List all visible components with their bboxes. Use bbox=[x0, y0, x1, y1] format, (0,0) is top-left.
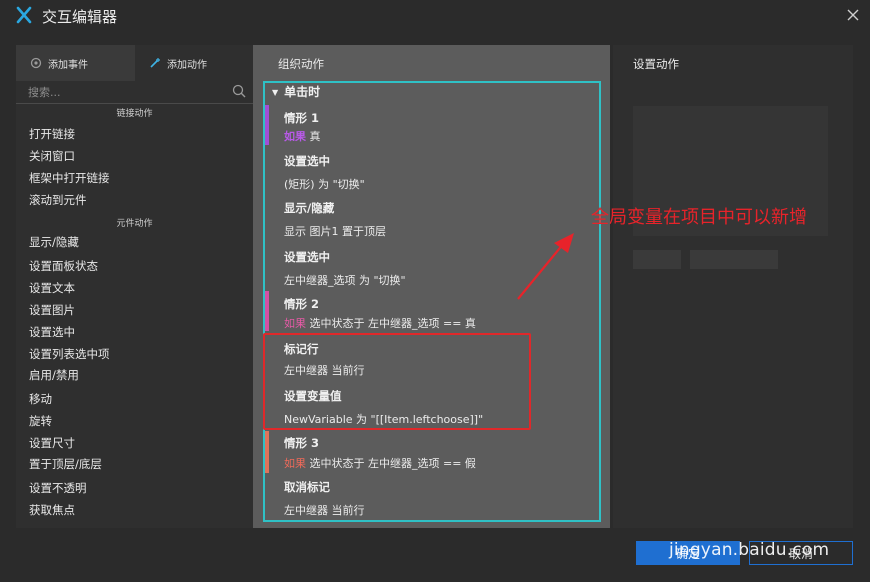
action-set-image[interactable]: 设置图片 bbox=[29, 302, 75, 318]
action-library-panel: 添加事件 添加动作 链接动作 打开链接 关闭窗口 框架中打开链接 滚动到元件 元… bbox=[16, 45, 253, 528]
section-link-actions: 链接动作 bbox=[116, 109, 153, 119]
if-keyword: 如果 bbox=[284, 130, 306, 143]
axure-logo-icon bbox=[16, 6, 32, 24]
event-onclick[interactable]: ▼ 单击时 bbox=[272, 83, 320, 100]
close-icon[interactable] bbox=[842, 4, 864, 26]
action-description[interactable]: NewVariable 为 "[[Item.leftchoose]]" bbox=[284, 411, 483, 427]
case-condition[interactable]: 如果 真 bbox=[284, 128, 321, 144]
action-scroll-to-widget[interactable]: 滚动到元件 bbox=[29, 192, 87, 208]
action-title[interactable]: 设置选中 bbox=[284, 249, 330, 265]
action-focus[interactable]: 获取焦点 bbox=[29, 502, 75, 518]
tab-add-action[interactable]: 添加动作 bbox=[135, 45, 253, 81]
panel-title: 设置动作 bbox=[633, 57, 679, 71]
action-set-panel-state[interactable]: 设置面板状态 bbox=[29, 258, 98, 274]
if-keyword: 如果 bbox=[284, 317, 306, 330]
window-title: 交互编辑器 bbox=[42, 8, 118, 26]
case-color-bar bbox=[265, 291, 269, 331]
action-show-hide[interactable]: 显示/隐藏 bbox=[29, 234, 79, 250]
tab-add-action-label: 添加动作 bbox=[167, 59, 207, 71]
action-move[interactable]: 移动 bbox=[29, 391, 52, 407]
action-set-list-selected[interactable]: 设置列表选中项 bbox=[29, 346, 110, 362]
configure-action-panel: 设置动作 bbox=[613, 45, 853, 528]
tab-add-event-label: 添加事件 bbox=[48, 59, 88, 71]
placeholder-block bbox=[633, 250, 681, 269]
action-title[interactable]: 显示/隐藏 bbox=[284, 200, 334, 216]
case-name[interactable]: 情形 3 bbox=[284, 435, 319, 451]
watermark-text: jingyan.baidu.com bbox=[669, 540, 830, 560]
annotation-arrow-icon bbox=[517, 233, 574, 300]
search-icon[interactable] bbox=[232, 84, 246, 98]
action-close-window[interactable]: 关闭窗口 bbox=[29, 148, 75, 164]
add-action-icon bbox=[150, 58, 160, 68]
search-input[interactable] bbox=[28, 83, 218, 101]
action-open-in-frame[interactable]: 框架中打开链接 bbox=[29, 170, 110, 186]
action-title[interactable]: 取消标记 bbox=[284, 479, 330, 495]
action-open-link[interactable]: 打开链接 bbox=[29, 126, 75, 142]
placeholder-block bbox=[690, 250, 778, 269]
if-keyword: 如果 bbox=[284, 457, 306, 470]
condition-text: 选中状态于 左中继器_选项 == 假 bbox=[309, 457, 476, 470]
action-bring-front-back[interactable]: 置于顶层/底层 bbox=[29, 456, 102, 472]
caret-down-icon[interactable]: ▼ bbox=[272, 88, 278, 97]
case-condition[interactable]: 如果 选中状态于 左中继器_选项 == 真 bbox=[284, 315, 476, 331]
section-widget-actions: 元件动作 bbox=[16, 216, 253, 229]
tab-add-event[interactable]: 添加事件 bbox=[16, 45, 135, 81]
action-description[interactable]: 显示 图片1 置于顶层 bbox=[284, 223, 386, 239]
action-set-size[interactable]: 设置尺寸 bbox=[29, 435, 75, 451]
case-condition[interactable]: 如果 选中状态于 左中继器_选项 == 假 bbox=[284, 455, 476, 471]
case-name[interactable]: 情形 2 bbox=[284, 296, 319, 312]
action-set-opacity[interactable]: 设置不透明 bbox=[29, 480, 87, 496]
action-title[interactable]: 设置变量值 bbox=[284, 388, 342, 404]
case-name[interactable]: 情形 1 bbox=[284, 110, 319, 126]
action-description[interactable]: (矩形) 为 "切换" bbox=[284, 176, 365, 192]
condition-text: 选中状态于 左中继器_选项 == 真 bbox=[309, 317, 476, 330]
library-tabs: 添加事件 添加动作 bbox=[16, 45, 253, 81]
action-description[interactable]: 左中继器 当前行 bbox=[284, 502, 365, 518]
title-bar: 交互编辑器 bbox=[0, 0, 870, 32]
condition-text: 真 bbox=[309, 130, 321, 143]
action-enable-disable[interactable]: 启用/禁用 bbox=[29, 367, 79, 383]
action-set-selected[interactable]: 设置选中 bbox=[29, 324, 75, 340]
case-color-bar bbox=[265, 105, 269, 145]
divider bbox=[16, 103, 253, 104]
action-set-text[interactable]: 设置文本 bbox=[29, 280, 75, 296]
action-description[interactable]: 左中继器 当前行 bbox=[284, 362, 365, 378]
search-bar bbox=[16, 81, 253, 103]
panel-title: 组织动作 bbox=[278, 57, 324, 71]
event-label: 单击时 bbox=[284, 85, 321, 99]
action-title[interactable]: 设置选中 bbox=[284, 153, 330, 169]
action-rotate[interactable]: 旋转 bbox=[29, 413, 52, 429]
action-title[interactable]: 标记行 bbox=[284, 341, 319, 357]
case-color-bar bbox=[265, 431, 269, 473]
annotation-text: 全局变量在项目中可以新增 bbox=[591, 207, 807, 228]
action-description[interactable]: 左中继器_选项 为 "切换" bbox=[284, 272, 406, 288]
event-icon bbox=[30, 57, 42, 69]
